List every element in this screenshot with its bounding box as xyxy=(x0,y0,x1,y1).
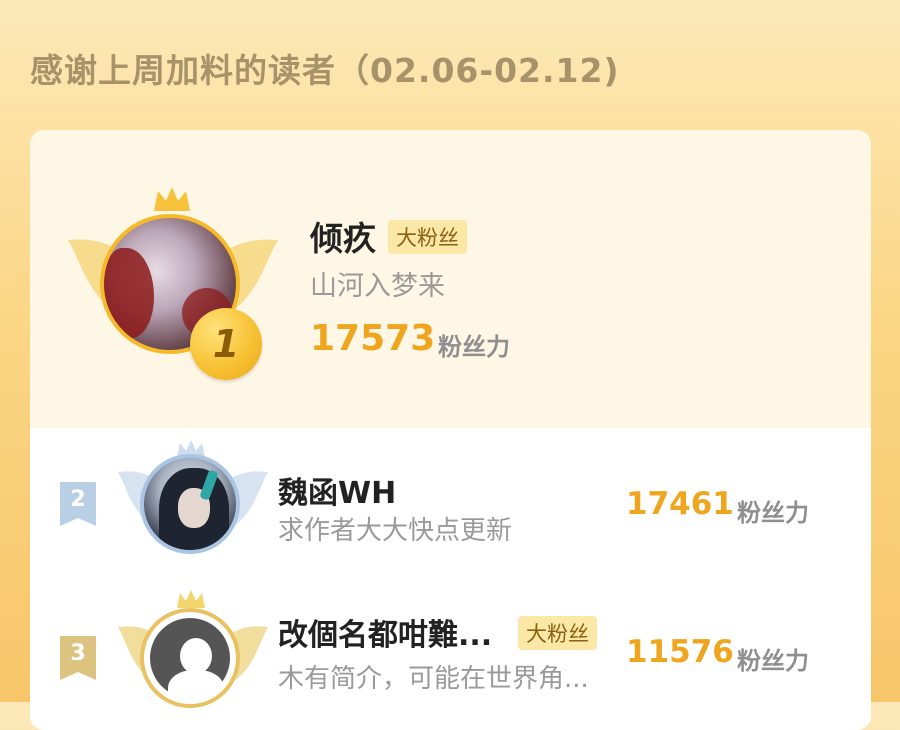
reader-bio: 山河入梦来 xyxy=(310,271,445,302)
rank-medal-1: 1 xyxy=(190,308,262,380)
readers-card: 1 倾疚 大粉丝 山河入梦来 17573 粉丝力 2 魏函WH 求作者大大快点更… xyxy=(30,130,871,730)
fan-power-label: 粉丝力 xyxy=(737,499,809,527)
fan-power-label: 粉丝力 xyxy=(737,647,809,675)
top-reader-panel[interactable]: 1 倾疚 大粉丝 山河入梦来 17573 粉丝力 xyxy=(30,130,871,428)
avatar[interactable] xyxy=(140,454,240,554)
fan-badge: 大粉丝 xyxy=(388,220,467,254)
reader-row-2[interactable]: 2 魏函WH 求作者大大快点更新 17461 粉丝力 xyxy=(30,430,871,570)
crown-icon xyxy=(177,590,205,608)
rank-number: 2 xyxy=(70,487,86,512)
fan-badge: 大粉丝 xyxy=(518,616,597,650)
avatar[interactable] xyxy=(140,608,240,708)
reader-row-3[interactable]: 3 改個名都咁難... 大粉丝 木有简介，可能在世界角... 11576 粉丝力 xyxy=(30,570,871,710)
fan-power-score: 11576 xyxy=(626,634,734,670)
fan-power-score: 17461 xyxy=(626,486,734,522)
reader-name: 倾疚 xyxy=(310,219,376,258)
page-title: 感谢上周加料的读者（02.06-02.12) xyxy=(30,51,620,90)
reader-name: 魏函WH xyxy=(278,476,397,511)
fan-power-score: 17573 xyxy=(310,318,436,359)
reader-bio: 求作者大大快点更新 xyxy=(278,516,513,546)
crown-icon xyxy=(154,187,190,211)
reader-bio: 木有简介，可能在世界角... xyxy=(278,664,589,694)
rank-number: 3 xyxy=(70,641,86,666)
fan-power-label: 粉丝力 xyxy=(438,333,510,361)
reader-name: 改個名都咁難... xyxy=(278,618,493,653)
